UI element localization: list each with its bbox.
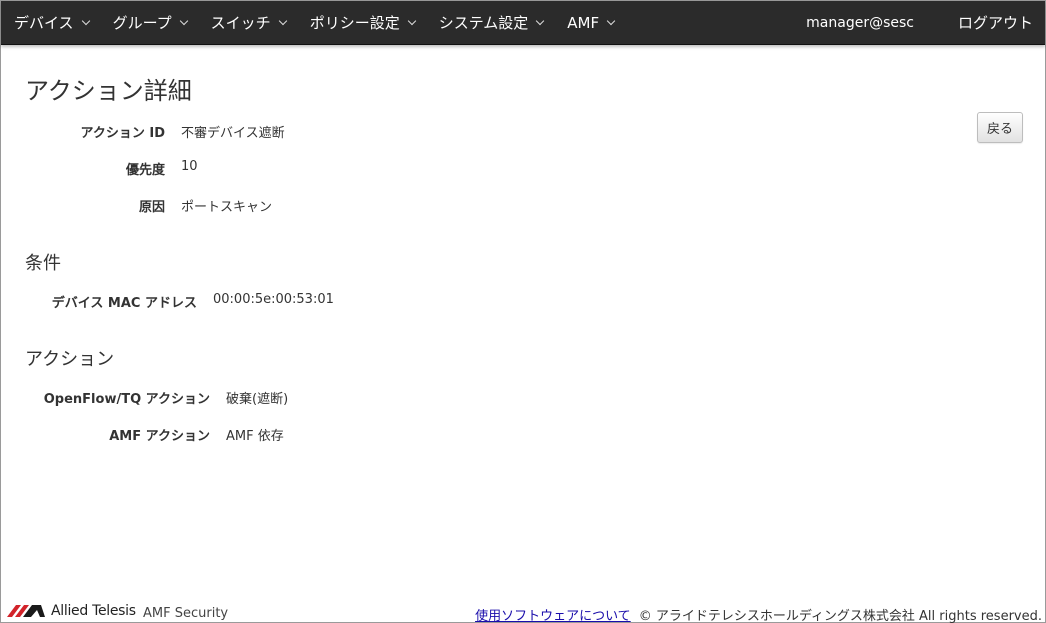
amf-action-label: AMF アクション <box>109 429 210 444</box>
chevron-down-icon <box>179 16 188 25</box>
actions-heading: アクション <box>25 349 115 370</box>
mac-address-value: 00:00:5e:00:53:01 <box>213 292 334 307</box>
cause-row: 原因 ポートスキャン <box>1 196 601 215</box>
back-button[interactable]: 戻る <box>977 112 1023 143</box>
mac-address-label: デバイス MAC アドレス <box>51 296 197 311</box>
amf-action-value: AMF 依存 <box>226 429 284 444</box>
copyright-text: © アライドテレシスホールディングス株式会社 All rights reserv… <box>638 609 1042 623</box>
logout-link[interactable]: ログアウト <box>958 12 1033 33</box>
page-title: アクション詳細 <box>25 77 192 105</box>
current-user: manager@sesc <box>806 14 914 31</box>
nav-item-policy-settings[interactable]: ポリシー設定 <box>298 1 427 44</box>
chevron-down-icon <box>606 16 616 25</box>
action-id-value: 不審デバイス遮断 <box>181 126 285 141</box>
nav-menu: デバイス グループ スイッチ ポリシー設定 システム設定 AMF <box>1 1 626 44</box>
action-id-label: アクション ID <box>80 126 165 141</box>
openflow-action-row: OpenFlow/TQ アクション 破棄(遮断) <box>1 388 601 407</box>
chevron-down-icon <box>407 16 416 25</box>
nav-item-devices[interactable]: デバイス <box>1 1 101 44</box>
chevron-down-icon <box>81 16 90 25</box>
logo-text: Allied Telesis <box>51 603 136 619</box>
footer: Allied Telesis AMF Security 使用ソフトウェアについて… <box>1 601 1045 623</box>
cause-value: ポートスキャン <box>181 200 273 215</box>
nav-item-groups[interactable]: グループ <box>101 1 199 44</box>
footer-right: 使用ソフトウェアについて © アライドテレシスホールディングス株式会社 All r… <box>475 605 1042 623</box>
nav-item-label: システム設定 <box>438 14 529 32</box>
openflow-action-label: OpenFlow/TQ アクション <box>43 392 210 407</box>
product-name: AMF Security <box>143 606 229 621</box>
nav-item-system-settings[interactable]: システム設定 <box>427 1 556 44</box>
nav-item-label: グループ <box>112 14 172 32</box>
priority-value: 10 <box>181 159 198 174</box>
priority-row: 優先度 10 <box>1 159 601 178</box>
nav-item-label: スイッチ <box>210 14 271 32</box>
software-info-link[interactable]: 使用ソフトウェアについて <box>475 609 631 623</box>
mac-address-row: デバイス MAC アドレス 00:00:5e:00:53:01 <box>1 292 601 311</box>
cause-label: 原因 <box>138 200 165 215</box>
nav-item-label: ポリシー設定 <box>309 14 400 32</box>
allied-telesis-logo-icon <box>7 605 45 617</box>
nav-item-switches[interactable]: スイッチ <box>199 1 298 44</box>
conditions-heading: 条件 <box>25 253 61 274</box>
nav-item-amf[interactable]: AMF <box>555 1 626 44</box>
chevron-down-icon <box>278 16 287 25</box>
openflow-action-value: 破棄(遮断) <box>226 392 289 407</box>
amf-action-row: AMF アクション AMF 依存 <box>1 425 601 444</box>
nav-item-label: デバイス <box>14 14 74 32</box>
nav-item-label: AMF <box>567 13 600 32</box>
top-navbar: デバイス グループ スイッチ ポリシー設定 システム設定 AMF manager… <box>1 1 1045 45</box>
company-logo: Allied Telesis <box>7 603 136 619</box>
action-id-row: アクション ID 不審デバイス遮断 <box>1 122 601 141</box>
priority-label: 優先度 <box>125 163 165 178</box>
chevron-down-icon <box>536 16 545 25</box>
nav-right: manager@sesc ログアウト <box>806 1 1045 44</box>
